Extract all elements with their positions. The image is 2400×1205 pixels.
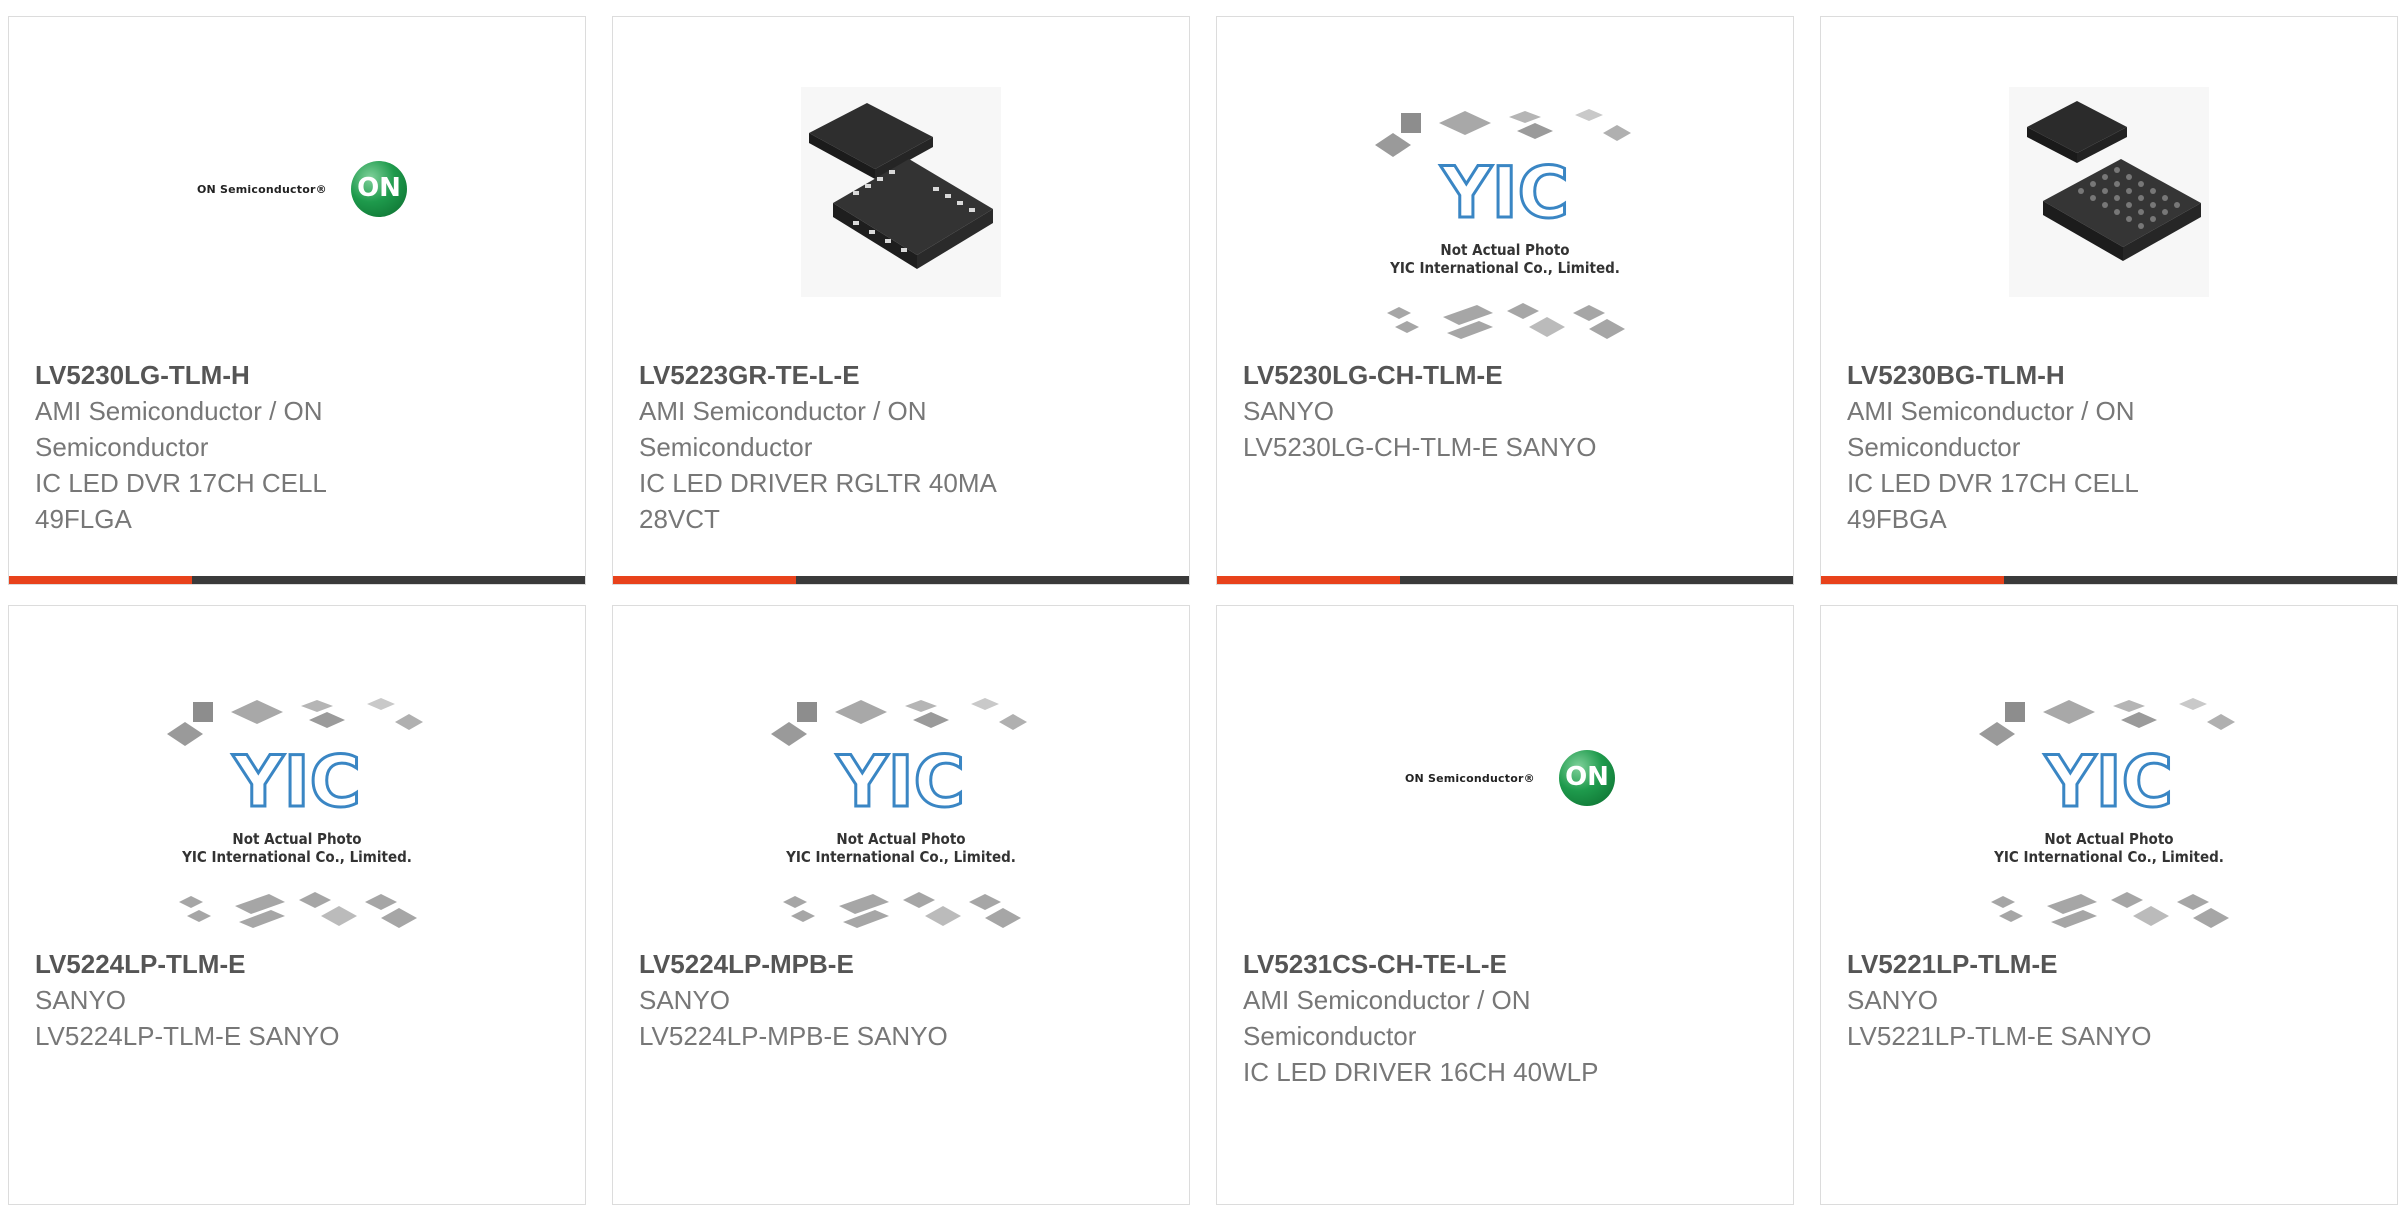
part-number-link[interactable]: LV5224LP-TLM-E (35, 946, 565, 982)
yic-placeholder-icon: YIC Not Actual Photo YIC International C… (167, 698, 423, 928)
card-accent-bar (9, 576, 192, 584)
product-description: AMI Semiconductor / ON Semiconductor IC … (1847, 396, 2139, 534)
yic-placeholder-icon: YIC Not Actual Photo YIC International C… (771, 698, 1027, 928)
yic-placeholder-icon: YIC Not Actual Photo YIC International C… (1979, 698, 2235, 928)
product-card[interactable]: YIC Not Actual Photo YIC International C… (1216, 16, 1794, 585)
product-description: SANYO LV5221LP-TLM-E SANYO (1847, 985, 2152, 1051)
product-image[interactable]: YIC Not Actual Photo YIC International C… (1821, 606, 2397, 946)
product-card[interactable]: YIC Not Actual Photo YIC International C… (612, 605, 1190, 1205)
card-accent-bar (613, 576, 796, 584)
card-footer-bar (1217, 576, 1793, 584)
part-number-link[interactable]: LV5230BG-TLM-H (1847, 357, 2377, 393)
card-footer-bar (613, 576, 1189, 584)
product-card[interactable]: LV5223GR-TE-L-E AMI Semiconductor / ON S… (612, 16, 1190, 585)
product-description: SANYO LV5230LG-CH-TLM-E SANYO (1243, 396, 1597, 462)
product-image[interactable] (1821, 17, 2397, 357)
svg-text:YIC International Co., Limited: YIC International Co., Limited. (181, 848, 412, 866)
product-card[interactable]: YIC Not Actual Photo YIC International C… (1820, 605, 2398, 1205)
part-number-link[interactable]: LV5224LP-MPB-E (639, 946, 1169, 982)
svg-text:Not Actual Photo: Not Actual Photo (836, 830, 965, 848)
product-card[interactable]: YIC Not Actual Photo YIC International C… (8, 605, 586, 1205)
svg-text:Not Actual Photo: Not Actual Photo (2044, 830, 2173, 848)
part-number-link[interactable]: LV5221LP-TLM-E (1847, 946, 2377, 982)
on-semiconductor-logo: ON Semiconductor® ON (1405, 750, 1615, 810)
svg-text:YIC: YIC (836, 741, 965, 823)
product-description: AMI Semiconductor / ON Semiconductor IC … (35, 396, 327, 534)
part-number-link[interactable]: LV5230LG-TLM-H (35, 357, 565, 393)
bga-chip-icon (2009, 87, 2209, 297)
card-footer-bar (1821, 576, 2397, 584)
card-accent-bar (1217, 576, 1400, 584)
card-accent-bar (1821, 576, 2004, 584)
part-number-link[interactable]: LV5230LG-CH-TLM-E (1243, 357, 1773, 393)
svg-text:YIC: YIC (1440, 152, 1569, 234)
svg-text:YIC International Co., Limited: YIC International Co., Limited. (785, 848, 1016, 866)
svg-text:YIC: YIC (232, 741, 361, 823)
product-description: AMI Semiconductor / ON Semiconductor IC … (1243, 985, 1599, 1087)
svg-text:YIC International Co., Limited: YIC International Co., Limited. (1993, 848, 2224, 866)
part-number-link[interactable]: LV5223GR-TE-L-E (639, 357, 1169, 393)
product-card[interactable]: ON Semiconductor® ON LV5230LG-TLM-H AMI … (8, 16, 586, 585)
yic-placeholder-icon: YIC Not Actual Photo YIC International C… (1375, 109, 1631, 339)
svg-text:YIC International Co., Limited: YIC International Co., Limited. (1389, 259, 1620, 277)
product-card[interactable]: ON Semiconductor® ON LV5231CS-CH-TE-L-E … (1216, 605, 1794, 1205)
product-image[interactable]: YIC Not Actual Photo YIC International C… (1217, 17, 1793, 357)
product-description: AMI Semiconductor / ON Semiconductor IC … (639, 396, 997, 534)
product-image[interactable]: YIC Not Actual Photo YIC International C… (613, 606, 1189, 946)
product-image[interactable] (613, 17, 1189, 357)
svg-text:Not Actual Photo: Not Actual Photo (1440, 241, 1569, 259)
card-footer-bar (9, 576, 585, 584)
part-number-link[interactable]: LV5231CS-CH-TE-L-E (1243, 946, 1773, 982)
product-description: SANYO LV5224LP-MPB-E SANYO (639, 985, 948, 1051)
svg-text:YIC: YIC (2044, 741, 2173, 823)
product-image[interactable]: ON Semiconductor® ON (9, 17, 585, 357)
qfn-chip-icon (801, 87, 1001, 297)
on-semiconductor-logo: ON Semiconductor® ON (197, 161, 407, 221)
product-description: SANYO LV5224LP-TLM-E SANYO (35, 985, 340, 1051)
product-image[interactable]: ON Semiconductor® ON (1217, 606, 1793, 946)
svg-text:Not Actual Photo: Not Actual Photo (232, 830, 361, 848)
product-image[interactable]: YIC Not Actual Photo YIC International C… (9, 606, 585, 946)
product-card[interactable]: LV5230BG-TLM-H AMI Semiconductor / ON Se… (1820, 16, 2398, 585)
